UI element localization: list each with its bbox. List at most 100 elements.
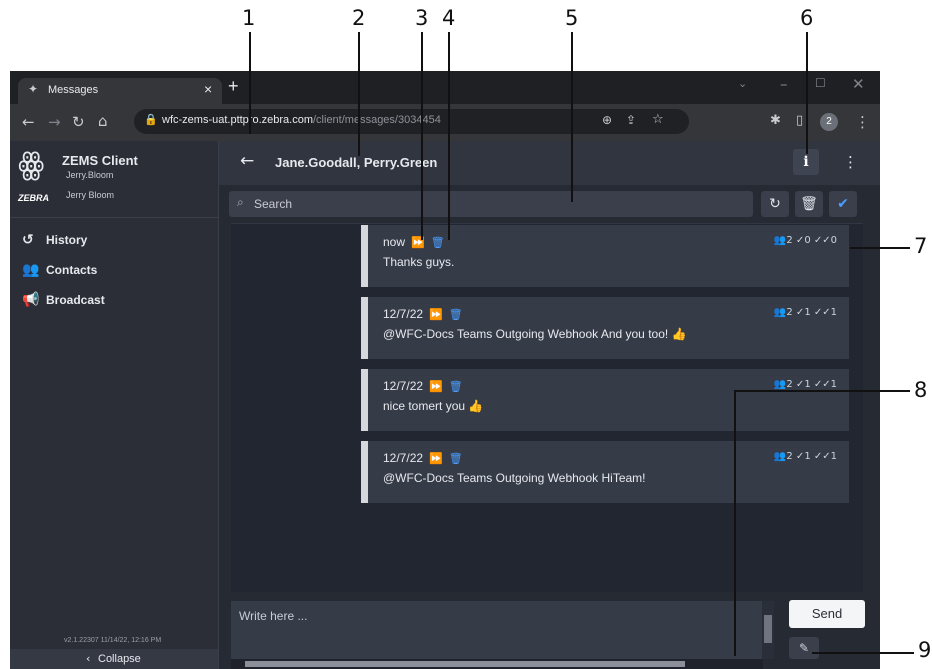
broadcast-icon: 📢	[22, 292, 40, 308]
sidebar-item-label: Contacts	[46, 263, 98, 277]
message-list: now ⏩ 🗑 Thanks guys. 👥2 ✓0 ✓✓0 12/7/22 ⏩ 🗑 @…	[231, 223, 863, 592]
callout-number: 7	[914, 234, 928, 258]
url-text: wfc-zems-uat.pttpro.zebra.com/client/mes…	[162, 114, 441, 126]
message-meta: 12/7/22 ⏩ 🗑	[383, 307, 463, 321]
callout-line	[806, 32, 808, 154]
message-status: 👥2 ✓1 ✓✓1	[773, 379, 837, 390]
delete-message-icon[interactable]: 🗑	[449, 380, 463, 393]
install-app-icon[interactable]: ⊕	[602, 113, 612, 127]
message-meta: 12/7/22 ⏩ 🗑	[383, 379, 463, 393]
contacts-icon: 👥	[22, 262, 40, 278]
message-time: 12/7/22	[383, 307, 424, 321]
conversation-title: Jane.Goodall, Perry.Green	[275, 155, 438, 170]
version-text: v2.1.22307 11/14/22, 12:16 PM	[64, 637, 162, 644]
callout-number: 3	[415, 6, 429, 30]
more-options-icon[interactable]: ⋮	[843, 153, 858, 171]
forward-icon[interactable]: ⏩	[429, 380, 443, 393]
extensions-icon[interactable]: ✱	[770, 113, 781, 128]
maximize-icon[interactable]: ☐	[815, 76, 826, 90]
check-icon[interactable]: ✔	[829, 191, 857, 217]
callout-number: 1	[242, 6, 256, 30]
list-item[interactable]: 12/7/22 ⏩ 🗑 @WFC-Docs Teams Outgoing Webho…	[361, 297, 849, 359]
tab-close-icon[interactable]: ×	[204, 81, 212, 97]
callout-number: 4	[442, 6, 456, 30]
compose-textarea[interactable]: Write here ...	[231, 601, 763, 659]
tab-title: Messages	[48, 84, 99, 96]
sidebar-item-broadcast[interactable]: 📢 Broadcast	[22, 292, 105, 308]
divider	[10, 217, 218, 218]
callout-number: 5	[565, 6, 579, 30]
app-favicon-icon: ✦	[28, 82, 39, 96]
browser-tab[interactable]: ✦ Messages ×	[18, 78, 222, 104]
callout-number: 2	[352, 6, 366, 30]
trash-icon[interactable]: 🗑	[795, 191, 823, 217]
callout-number: 8	[914, 378, 928, 402]
message-meta: now ⏩ 🗑	[383, 235, 445, 249]
conversation-panel: ← Jane.Goodall, Perry.Green i ⋮ ⌕ Search…	[219, 141, 880, 669]
brand-wordmark: ZEBRA	[18, 193, 49, 203]
list-item[interactable]: now ⏩ 🗑 Thanks guys. 👥2 ✓0 ✓✓0	[361, 225, 849, 287]
sidepanel-icon[interactable]: ▯	[796, 113, 803, 128]
delete-message-icon[interactable]: 🗑	[449, 452, 463, 465]
app-title: ZEMS Client	[62, 153, 138, 168]
forward-icon[interactable]: ⏩	[429, 308, 443, 321]
close-window-icon[interactable]: ✕	[852, 75, 865, 93]
reload-icon[interactable]: ↻	[72, 113, 85, 131]
callout-line	[734, 390, 736, 656]
collapse-label: Collapse	[98, 653, 141, 665]
message-text: @WFC-Docs Teams Outgoing Webhook And you…	[383, 327, 687, 341]
new-tab-button[interactable]: +	[228, 76, 239, 97]
callout-line	[421, 32, 423, 240]
list-item[interactable]: 12/7/22 ⏩ 🗑 nice tomert you 👍 👥2 ✓1 ✓✓1	[361, 369, 849, 431]
home-icon[interactable]: ⌂	[98, 112, 108, 130]
callout-line	[734, 390, 910, 392]
compose-scrollbar-horizontal[interactable]	[231, 659, 763, 669]
send-button[interactable]: Send	[789, 600, 865, 628]
search-input[interactable]: ⌕ Search	[229, 191, 753, 217]
browser-window: ✦ Messages × + ⌄ – ☐ ✕ ← → ↻ ⌂ 🔒 wfc-zem…	[10, 71, 880, 669]
share-icon[interactable]: ⇪	[626, 113, 636, 127]
browser-toolbar: ← → ↻ ⌂ 🔒 wfc-zems-uat.pttpro.zebra.com/…	[10, 104, 880, 141]
message-status: 👥2 ✓1 ✓✓1	[773, 451, 837, 462]
search-icon: ⌕	[237, 195, 244, 209]
attach-icon[interactable]: ✎	[789, 637, 819, 659]
delete-message-icon[interactable]: 🗑	[449, 308, 463, 321]
back-icon[interactable]: ←	[22, 113, 35, 131]
profile-avatar[interactable]: 2	[820, 113, 838, 131]
message-text: nice tomert you 👍	[383, 399, 484, 413]
delete-message-icon[interactable]: 🗑	[431, 236, 445, 249]
compose-scrollbar-vertical[interactable]	[762, 601, 774, 659]
tab-search-icon[interactable]: ⌄	[738, 77, 747, 90]
message-status: 👥2 ✓0 ✓✓0	[773, 235, 837, 246]
message-status: 👥2 ✓1 ✓✓1	[773, 307, 837, 318]
zebra-logo-icon: ꙮ	[18, 147, 45, 182]
compose-placeholder: Write here ...	[239, 609, 308, 623]
callout-line	[249, 32, 251, 134]
list-item[interactable]: 12/7/22 ⏩ 🗑 @WFC-Docs Teams Outgoing Webho…	[361, 441, 849, 503]
callout-line	[812, 652, 914, 654]
bookmark-star-icon[interactable]: ☆	[652, 112, 664, 127]
minimize-icon[interactable]: –	[780, 75, 788, 93]
address-bar[interactable]: 🔒 wfc-zems-uat.pttpro.zebra.com/client/m…	[134, 109, 689, 134]
callout-line	[358, 32, 360, 156]
callout-number: 9	[918, 638, 932, 662]
callout-line	[850, 247, 910, 249]
forward-icon[interactable]: ⏩	[429, 452, 443, 465]
back-arrow-icon[interactable]: ←	[240, 151, 254, 171]
refresh-icon[interactable]: ↻	[761, 191, 789, 217]
message-text: @WFC-Docs Teams Outgoing Webhook HiTeam!	[383, 471, 646, 485]
message-meta: 12/7/22 ⏩ 🗑	[383, 451, 463, 465]
lock-icon: 🔒	[144, 113, 158, 126]
message-time: 12/7/22	[383, 379, 424, 393]
browser-tab-strip: ✦ Messages × + ⌄ – ☐ ✕	[10, 71, 880, 104]
sidebar-item-history[interactable]: ↺ History	[22, 232, 87, 248]
scrollbar-thumb[interactable]	[764, 615, 772, 643]
forward-icon[interactable]: →	[48, 113, 61, 131]
sidebar-item-contacts[interactable]: 👥 Contacts	[22, 262, 97, 278]
browser-menu-icon[interactable]: ⋮	[855, 113, 870, 131]
callout-number: 6	[800, 6, 814, 30]
sidebar-item-label: Broadcast	[46, 293, 105, 307]
scrollbar-thumb[interactable]	[245, 661, 685, 667]
message-time: now	[383, 235, 406, 249]
collapse-button[interactable]: ‹ Collapse	[10, 649, 218, 669]
